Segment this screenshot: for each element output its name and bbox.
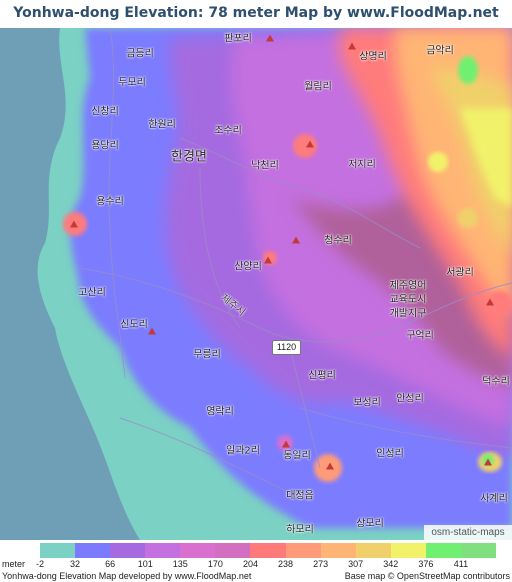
landmark-marker — [306, 140, 314, 148]
legend-tick-label: 273 — [313, 559, 329, 569]
place-label[interactable]: 개발지구 — [390, 305, 427, 320]
landmark-marker — [148, 327, 156, 335]
legend-tick-label: 376 — [418, 559, 434, 569]
landmark-marker — [70, 220, 78, 228]
place-label[interactable]: 신평리 — [308, 367, 336, 382]
place-label[interactable]: 상모리 — [356, 515, 384, 530]
legend-tick-label: 411 — [453, 559, 469, 569]
place-label[interactable]: 금악리 — [426, 42, 454, 57]
legend-swatch — [215, 543, 251, 558]
landmark-marker — [348, 42, 356, 50]
place-label[interactable]: 무릉리 — [193, 346, 221, 361]
legend-ticks: -2 32 66 101 135 170 204 238 273 307 342 376 411 — [0, 559, 512, 571]
place-label[interactable]: 신도리 — [120, 316, 148, 331]
legend-swatch — [180, 543, 216, 558]
legend-swatch — [250, 543, 286, 558]
legend-swatch — [110, 543, 146, 558]
place-label[interactable]: 보성리 — [353, 394, 381, 409]
legend-swatch — [285, 543, 321, 558]
landmark-marker — [264, 256, 272, 264]
landmark-marker — [292, 236, 300, 244]
legend-tick-label: -2 — [35, 559, 45, 569]
landmark-marker — [266, 34, 274, 42]
legend-tick-label: 204 — [242, 559, 258, 569]
place-label[interactable]: 월림리 — [304, 78, 332, 93]
place-label[interactable]: 산양리 — [234, 258, 262, 273]
place-label[interactable]: 신창리 — [91, 103, 119, 118]
place-label[interactable]: 저지리 — [348, 156, 376, 171]
landmark-marker — [326, 462, 334, 470]
place-label[interactable]: 하모리 — [286, 521, 314, 536]
place-label[interactable]: 교육도시 — [390, 291, 427, 306]
place-label[interactable]: 상명리 — [359, 48, 387, 63]
place-label[interactable]: 영락리 — [206, 403, 234, 418]
legend-swatch — [40, 543, 76, 558]
legend-tick-label: 342 — [383, 559, 399, 569]
place-label[interactable]: 용당리 — [91, 137, 119, 152]
oreum-4 — [428, 152, 448, 172]
legend-swatch — [355, 543, 391, 558]
peak-green-north — [458, 56, 478, 84]
legend-swatch — [75, 543, 111, 558]
landmark-marker — [486, 298, 494, 306]
place-label[interactable]: 덕수리 — [482, 373, 510, 388]
place-label[interactable]: 금등리 — [126, 45, 154, 60]
footer-basemap-credit[interactable]: Base map © OpenStreetMap contributors — [345, 571, 510, 581]
place-label[interactable]: 사계리 — [480, 490, 508, 505]
oreum-5 — [458, 208, 478, 228]
osm-static-maps-badge[interactable]: osm-static-maps — [424, 525, 512, 540]
place-label[interactable]: 한원리 — [148, 116, 176, 131]
place-label[interactable]: 동일리 — [283, 447, 311, 462]
place-label[interactable]: 일과2리 — [226, 442, 260, 457]
place-label[interactable]: 두모리 — [118, 74, 146, 89]
place-label[interactable]: 낙천리 — [251, 157, 279, 172]
elevation-legend — [40, 543, 497, 558]
footer-credit[interactable]: Yonhwa-dong Elevation Map developed by w… — [2, 571, 251, 581]
legend-tick-label: 101 — [137, 559, 153, 569]
landmark-marker — [484, 458, 492, 466]
legend-swatch — [145, 543, 181, 558]
legend-tick-label: 307 — [348, 559, 364, 569]
legend-tick-label: 32 — [70, 559, 81, 569]
place-label[interactable]: 판포리 — [224, 30, 252, 45]
place-label[interactable]: 안성리 — [396, 390, 424, 405]
legend-swatch — [425, 543, 461, 558]
place-label[interactable]: 한경면 — [171, 146, 207, 165]
elevation-raster — [0, 28, 512, 540]
place-label[interactable]: 제주영어 — [390, 277, 427, 292]
legend-tick-label: 238 — [278, 559, 294, 569]
place-label[interactable]: 서광리 — [446, 264, 474, 279]
place-label[interactable]: 대정읍 — [286, 487, 314, 502]
legend-tick-label: 66 — [105, 559, 116, 569]
map-title: Yonhwa-dong Elevation: 78 meter Map by w… — [13, 5, 499, 47]
place-label[interactable]: 인성리 — [376, 445, 404, 460]
place-label[interactable]: 고산리 — [78, 284, 106, 299]
place-label[interactable]: 구억리 — [406, 327, 434, 342]
legend-swatch — [320, 543, 356, 558]
legend-tick-label: 135 — [172, 559, 188, 569]
place-label[interactable]: 조수리 — [214, 122, 242, 137]
place-label[interactable]: 용수리 — [96, 193, 124, 208]
place-label[interactable]: 청수리 — [324, 232, 352, 247]
road-shield-1120: 1120 — [272, 340, 301, 355]
legend-swatch — [390, 543, 426, 558]
legend-tick-label: 170 — [207, 559, 223, 569]
elevation-map[interactable]: 판포리 금등리 두모리 신창리 한원리 용당리 한경면 조수리 낙천리 용수리 … — [0, 28, 512, 540]
legend-swatch — [460, 543, 497, 558]
